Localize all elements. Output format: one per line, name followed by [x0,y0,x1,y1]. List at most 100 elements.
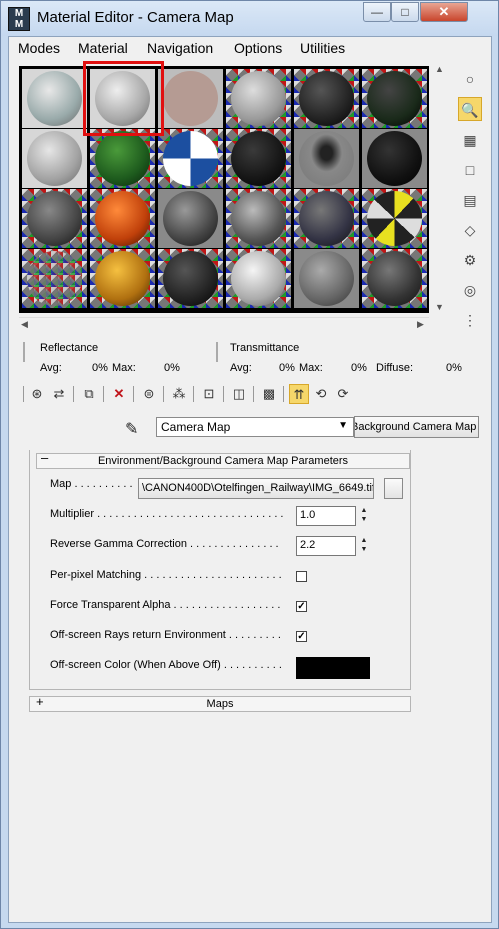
scroll-right-icon[interactable]: ▶ [417,319,424,330]
sample-slot[interactable] [90,189,155,248]
gamma-spinner[interactable]: ▲ ▼ [358,536,370,556]
transmittance-diffuse-label: Diffuse: [376,362,414,374]
material-effects-channel-icon[interactable]: ◫ [229,384,249,404]
material-editor-window: MM Material Editor - Camera Map — □ ✕ Mo… [0,0,499,929]
options-icon[interactable]: ⚙ [458,248,482,272]
go-to-parent-icon[interactable]: ⟲ [311,384,331,404]
sample-slot[interactable] [158,249,223,308]
minimize-button[interactable]: — [363,2,391,22]
sample-slot[interactable] [22,129,87,188]
parameters-rollout-header[interactable]: – Environment/Background Camera Map Para… [36,451,410,469]
map-label: Map . . . . . . . . . . [50,478,133,490]
toolbar-separator [163,386,164,402]
sample-slot[interactable] [158,189,223,248]
expand-icon[interactable]: + [36,695,44,709]
reflectance-max-value: 0% [164,362,180,374]
video-color-check-icon[interactable]: ▤ [458,188,482,212]
offscreen-color-swatch[interactable] [296,657,370,679]
multiplier-field[interactable]: 1.0 [296,506,356,526]
sample-slot[interactable] [90,129,155,188]
toolbar-separator [23,386,24,402]
chevron-down-icon: ▼ [338,420,348,431]
reset-map-icon[interactable]: ✕ [109,384,129,404]
menu-modes[interactable]: Modes [18,40,60,56]
sample-slot[interactable] [294,189,359,248]
unique-material-icon[interactable]: ⁂ [169,384,189,404]
sample-slot[interactable] [362,129,427,188]
menu-options[interactable]: Options [234,40,282,56]
multiplier-label: Multiplier . . . . . . . . . . . . . . .… [50,508,284,520]
menu-navigation[interactable]: Navigation [147,40,213,56]
map-path-button[interactable]: \CANON400D\Otelfingen_Railway\IMG_6649.t… [138,478,374,499]
collapse-icon[interactable]: – [41,451,48,465]
menu-bar: Modes Material Navigation Options Utilit… [9,37,491,59]
go-forward-sibling-icon[interactable]: ⟳ [333,384,353,404]
scroll-up-icon[interactable]: ▲ [435,64,444,74]
close-button[interactable]: ✕ [420,2,468,22]
sample-slot[interactable] [158,69,223,128]
offscreen-rays-label: Off-screen Rays return Environment . . .… [50,629,281,641]
reflectance-avg-label: Avg: [40,362,62,374]
sample-slot[interactable] [90,249,155,308]
sample-slot[interactable] [226,129,291,188]
slots-vertical-scrollbar[interactable]: ▲ ▼ [432,64,446,313]
sample-slot[interactable] [22,69,87,128]
multiplier-spinner[interactable]: ▲ ▼ [358,506,370,526]
copy-material-icon[interactable]: ⊜ [139,384,159,404]
put-material-icon[interactable]: ⇄ [49,384,69,404]
sample-slot[interactable] [294,129,359,188]
transmittance-avg-label: Avg: [230,362,252,374]
maximize-button[interactable]: □ [391,2,419,22]
assign-material-icon[interactable]: ⧉ [79,384,99,404]
maps-rollout-header[interactable]: + Maps [29,695,411,712]
sample-slot[interactable] [22,189,87,248]
menu-material[interactable]: Material [78,40,128,56]
title-bar[interactable]: MM Material Editor - Camera Map — □ ✕ [1,1,498,36]
show-map-in-viewport-icon[interactable]: ▩ [259,384,279,404]
sample-slot[interactable] [362,69,427,128]
sample-slot[interactable] [22,249,87,308]
reflectance-label: Reflectance [40,342,99,354]
select-by-material-icon[interactable]: ◎ [458,278,482,302]
sample-slot[interactable] [158,129,223,188]
reflectance-avg-value: 0% [92,362,108,374]
pick-material-eyedropper-icon[interactable]: ✎ [125,419,138,439]
slots-horizontal-scrollbar[interactable]: ◀ ▶ [19,317,429,331]
transmittance-diffuse-value: 0% [446,362,462,374]
show-end-result-icon[interactable]: ⇈ [289,384,309,404]
per-pixel-label: Per-pixel Matching . . . . . . . . . . .… [50,569,282,581]
sample-slot[interactable] [226,189,291,248]
scroll-down-icon[interactable]: ▼ [435,302,444,312]
uv-tiling-icon[interactable]: □ [458,158,482,182]
background-checker-icon[interactable]: ▦ [458,128,482,152]
maps-rollout-title: Maps [206,698,234,710]
selected-slot-highlight [83,61,164,136]
make-preview-icon[interactable]: ◇ [458,218,482,242]
material-type-button[interactable]: Background Camera Map [354,416,479,438]
offscreen-rays-checkbox[interactable]: ✓ [296,631,307,642]
get-material-icon[interactable]: ⊛ [27,384,47,404]
material-name-dropdown[interactable]: Camera Map ▼ [156,417,354,437]
transmittance-avg-value: 0% [279,362,295,374]
map-browse-button[interactable] [384,478,403,499]
sample-slot[interactable] [362,189,427,248]
sample-slot[interactable] [294,249,359,308]
menu-utilities[interactable]: Utilities [300,40,345,56]
sample-slot[interactable] [362,249,427,308]
toolbar-separator [283,386,284,402]
app-icon: MM [8,7,30,31]
material-name-value: Camera Map [161,420,231,434]
per-pixel-checkbox[interactable] [296,571,307,582]
force-alpha-checkbox[interactable]: ✓ [296,601,307,612]
sample-type-sphere-icon[interactable]: ○ [458,67,482,91]
material-map-navigator-icon[interactable]: ⋮ [458,308,482,332]
sample-slot[interactable] [226,69,291,128]
scroll-left-icon[interactable]: ◀ [21,319,28,330]
toolbar-separator [73,386,74,402]
backlight-icon[interactable]: 🔍 [458,97,482,121]
gamma-field[interactable]: 2.2 [296,536,356,556]
toolbar-separator [253,386,254,402]
put-to-library-icon[interactable]: ⊡ [199,384,219,404]
sample-slot[interactable] [226,249,291,308]
sample-slot[interactable] [294,69,359,128]
